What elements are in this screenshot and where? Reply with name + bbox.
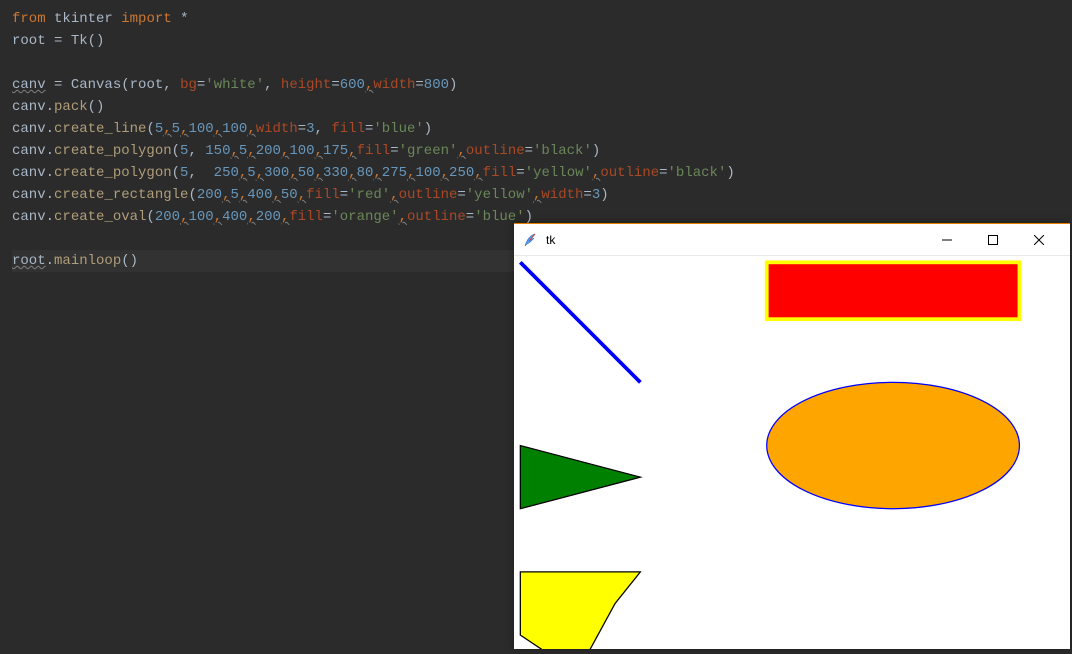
var-canv: canv	[12, 77, 46, 93]
code-line-blank[interactable]	[12, 52, 1060, 74]
method-create-polygon: create_polygon	[54, 165, 172, 181]
tkinter-window[interactable]: tk	[514, 223, 1070, 649]
code-line[interactable]: from tkinter import *	[12, 8, 1060, 30]
class-canvas: Canvas	[71, 77, 121, 93]
method-create-oval: create_oval	[54, 209, 146, 225]
maximize-button[interactable]	[970, 224, 1016, 256]
minimize-button[interactable]	[924, 224, 970, 256]
code-line[interactable]: canv.create_polygon(5, 250,5,300,50,330,…	[12, 162, 1060, 184]
code-line[interactable]: canv.create_polygon(5, 150,5,200,100,175…	[12, 140, 1060, 162]
method-create-polygon: create_polygon	[54, 143, 172, 159]
code-line[interactable]: canv = Canvas(root, bg='white', height=6…	[12, 74, 1060, 96]
window-controls	[924, 224, 1062, 256]
code-line[interactable]: root = Tk()	[12, 30, 1060, 52]
method-mainloop: mainloop	[54, 253, 121, 269]
tk-feather-icon	[522, 232, 538, 248]
var-root: root	[12, 33, 46, 49]
canvas-oval	[767, 382, 1020, 508]
method-pack: pack	[54, 99, 88, 115]
window-titlebar[interactable]: tk	[514, 224, 1070, 256]
method-create-rectangle: create_rectangle	[54, 187, 188, 203]
var-root: root	[12, 253, 46, 269]
code-line[interactable]: canv.create_rectangle(200,5,400,50,fill=…	[12, 184, 1060, 206]
canvas-polygon	[520, 572, 640, 649]
method-create-line: create_line	[54, 121, 146, 137]
keyword-import: import	[121, 11, 171, 27]
canvas-line	[520, 262, 640, 382]
import-star: *	[180, 11, 188, 27]
window-title: tk	[546, 233, 924, 247]
code-line[interactable]: canv.create_line(5,5,100,100,width=3, fi…	[12, 118, 1060, 140]
tk-canvas[interactable]	[514, 256, 1070, 649]
close-button[interactable]	[1016, 224, 1062, 256]
class-tk: Tk	[71, 33, 88, 49]
canvas-rectangle	[767, 262, 1020, 319]
canvas-triangle	[520, 446, 640, 509]
module-name: tkinter	[54, 11, 113, 27]
keyword-from: from	[12, 11, 46, 27]
code-line[interactable]: canv.pack()	[12, 96, 1060, 118]
